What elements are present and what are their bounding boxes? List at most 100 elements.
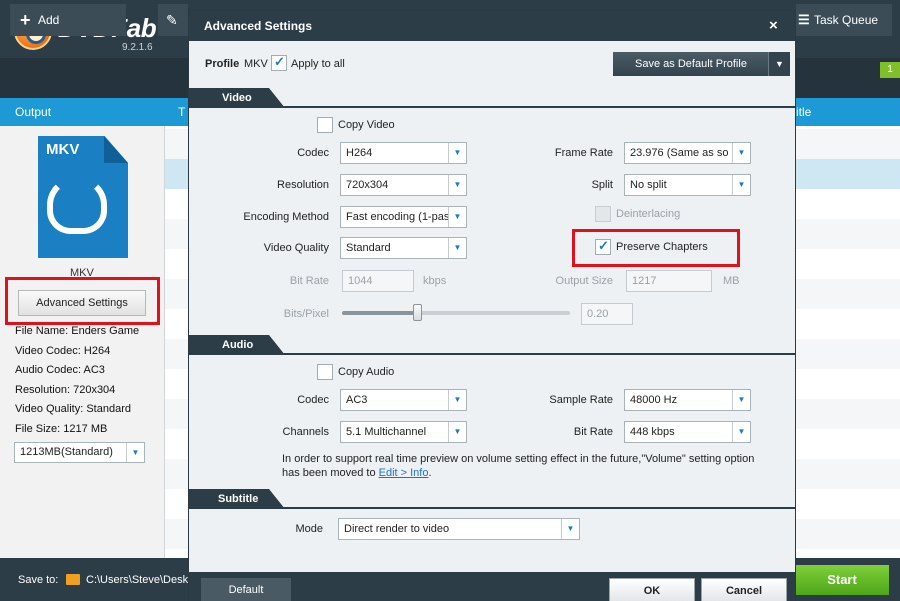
folder-icon[interactable] (66, 574, 80, 585)
output-size-input[interactable]: 1217 (626, 270, 712, 292)
chevron-down-icon: ▼ (448, 238, 466, 258)
ok-button[interactable]: OK (609, 578, 695, 601)
split-select[interactable]: No split ▼ (624, 174, 751, 196)
column-output: Output (15, 105, 52, 119)
audio-codec-label: Codec (297, 394, 329, 406)
frame-rate-label: Frame Rate (554, 147, 613, 159)
output-size-unit: MB (723, 275, 740, 287)
split-label: Split (591, 179, 613, 191)
audio-section-tab: Audio (189, 335, 285, 355)
save-path[interactable]: C:\Users\Steve\Desk (86, 574, 188, 586)
subtitle-mode-label: Mode (295, 523, 323, 535)
channels-label: Channels (282, 426, 329, 438)
copy-video-checkbox[interactable] (317, 117, 333, 133)
info-file-size: File Size: 1217 MB (15, 423, 108, 435)
apply-to-all-label: Apply to all (291, 58, 345, 70)
info-resolution: Resolution: 720x304 (15, 384, 116, 396)
output-panel: MKV MKV Advanced Settings File Name: End… (0, 126, 165, 558)
start-button[interactable]: Start (795, 565, 889, 595)
bits-per-pixel-slider-fill (342, 311, 418, 315)
save-to-label: Save to: (18, 574, 59, 586)
sample-rate-label: Sample Rate (549, 394, 613, 406)
checkmark-icon: ✓ (274, 54, 285, 69)
video-quality-select[interactable]: Standard ▼ (340, 237, 467, 259)
add-button-label: Add (38, 13, 60, 27)
copy-video-label: Copy Video (338, 119, 395, 131)
volume-note: In order to support real time preview on… (282, 452, 762, 480)
bits-per-pixel-input[interactable]: 0.20 (581, 303, 633, 325)
profile-label: Profile (205, 58, 240, 70)
chevron-down-icon: ▼ (732, 143, 750, 163)
edit-info-link[interactable]: Edit > Info (379, 467, 429, 479)
chevron-down-icon: ▼ (126, 443, 144, 462)
highlight-advanced-settings (5, 277, 160, 325)
subtitle-mode-value: Direct render to video (344, 523, 450, 535)
app-version: 9.2.1.6 (122, 42, 153, 53)
dialog-close-icon[interactable]: × (769, 17, 778, 34)
chevron-down-icon: ▼ (448, 175, 466, 195)
default-button[interactable]: Default (201, 578, 291, 601)
chevron-down-icon: ▼ (448, 390, 466, 410)
video-bitrate-unit: kbps (423, 275, 447, 287)
advanced-settings-dialog: Advanced Settings × Profile MKV ✓ Apply … (188, 10, 796, 601)
save-default-profile-button[interactable]: Save as Default Profile (613, 52, 769, 76)
chevron-down-icon: ▼ (732, 390, 750, 410)
profile-value: MKV (244, 58, 268, 70)
encoding-method-label: Encoding Method (243, 211, 329, 223)
video-codec-label: Codec (297, 147, 329, 159)
audio-bitrate-select[interactable]: 448 kbps ▼ (624, 421, 751, 443)
apply-to-all-checkbox[interactable]: ✓ (271, 54, 287, 71)
sample-rate-select[interactable]: 48000 Hz ▼ (624, 389, 751, 411)
add-button[interactable]: + Add (10, 4, 126, 36)
resolution-label: Resolution (277, 179, 329, 191)
video-bitrate-label: Bit Rate (289, 275, 329, 287)
edit-icon: ✎ (166, 12, 178, 28)
frame-rate-select[interactable]: 23.976 (Same as so ▼ (624, 142, 751, 164)
subtitle-mode-select[interactable]: Direct render to video ▼ (338, 518, 580, 540)
subtitle-section-tab: Subtitle (189, 489, 285, 509)
output-size-label: Output Size (555, 275, 613, 287)
task-queue-button[interactable]: ☰ Task Queue (796, 4, 892, 36)
chevron-down-icon: ▼ (448, 207, 466, 227)
file-size-value: 1213MB(Standard) (20, 446, 113, 458)
deinterlacing-label: Deinterlacing (616, 208, 681, 220)
video-section-divider (189, 106, 795, 108)
info-audio-codec: Audio Codec: AC3 (15, 364, 105, 376)
info-file-name: File Name: Enders Game (15, 325, 140, 337)
chevron-down-icon: ▼ (732, 422, 750, 442)
volume-note-end: . (428, 467, 432, 479)
copy-audio-checkbox[interactable] (317, 364, 333, 380)
matroska-logo-icon (47, 176, 107, 234)
edit-button[interactable]: ✎ (158, 4, 188, 36)
chevron-down-icon: ▼ (448, 422, 466, 442)
bits-per-pixel-slider-handle[interactable] (413, 304, 423, 321)
column-t: T (178, 105, 186, 119)
list-icon: ☰ (798, 12, 810, 27)
encoding-method-select[interactable]: Fast encoding (1-pas ▼ (340, 206, 467, 228)
column-title: itle (796, 105, 812, 119)
save-profile-dropdown-icon[interactable]: ▼ (768, 52, 790, 76)
audio-bitrate-label: Bit Rate (573, 426, 613, 438)
volume-note-text: In order to support real time preview on… (282, 453, 755, 479)
channels-select[interactable]: 5.1 Multichannel ▼ (340, 421, 467, 443)
info-video-codec: Video Codec: H264 (15, 345, 111, 357)
mkv-format-label: MKV (46, 141, 80, 158)
audio-codec-select[interactable]: AC3 ▼ (340, 389, 467, 411)
highlight-preserve-chapters (572, 229, 740, 267)
info-video-quality: Video Quality: Standard (15, 403, 131, 415)
file-size-select[interactable]: 1213MB(Standard) ▼ (14, 442, 145, 463)
deinterlacing-checkbox[interactable] (595, 206, 611, 222)
chevron-down-icon: ▼ (732, 175, 750, 195)
copy-audio-label: Copy Audio (338, 366, 395, 378)
audio-section-divider (189, 353, 795, 355)
task-count-badge: 1 (880, 62, 900, 78)
video-quality-label: Video Quality (263, 242, 329, 254)
video-bitrate-input[interactable]: 1044 (342, 270, 414, 292)
cancel-button[interactable]: Cancel (701, 578, 787, 601)
video-codec-select[interactable]: H264 ▼ (340, 142, 467, 164)
plus-icon: + (20, 10, 31, 30)
chevron-down-icon: ▼ (448, 143, 466, 163)
resolution-select[interactable]: 720x304 ▼ (340, 174, 467, 196)
dialog-title: Advanced Settings (189, 11, 795, 41)
video-section-tab: Video (189, 88, 285, 108)
